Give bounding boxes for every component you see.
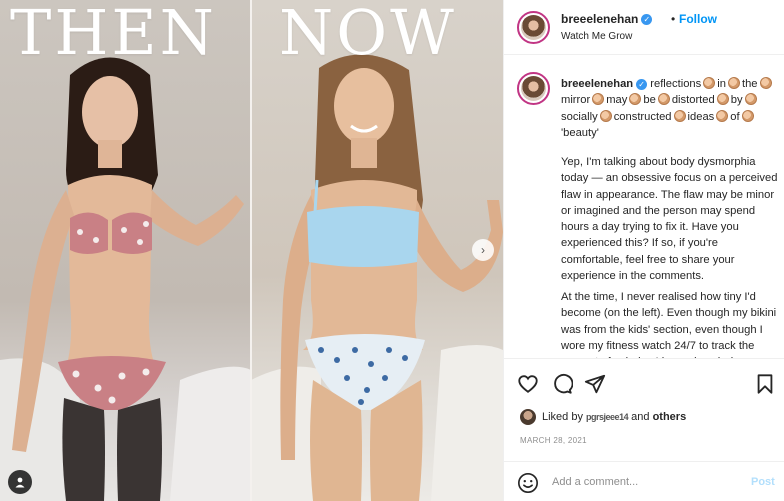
clapping-hands-icon xyxy=(599,109,612,122)
chevron-right-icon: › xyxy=(481,243,485,257)
clapping-hands-icon xyxy=(703,77,716,89)
post-header: breeelenehan ✓ • Follow Watch Me Grow xyxy=(504,0,784,55)
caption-word: ideas xyxy=(687,110,715,123)
bookmark-icon[interactable] xyxy=(754,373,776,395)
caption-paragraph-2: At the time, I never realised how tiny I… xyxy=(561,291,777,358)
clapping-hands-icon xyxy=(759,77,772,89)
clapping-hands-icon xyxy=(673,109,686,122)
clapping-hands-icon xyxy=(744,93,757,106)
liked-by-username[interactable]: pgrsjeee14 xyxy=(586,412,629,422)
verified-badge-icon: ✓ xyxy=(641,14,653,26)
share-icon[interactable] xyxy=(584,373,606,395)
clapping-hands-icon xyxy=(727,77,740,89)
now-photo: NOW xyxy=(251,0,503,501)
likes-row: Liked by pgrsjeee14 and others xyxy=(517,407,777,429)
now-title: NOW xyxy=(279,0,457,69)
clapping-hands-icon xyxy=(629,93,642,106)
caption-avatar[interactable] xyxy=(517,72,550,105)
comment-input[interactable] xyxy=(552,472,742,492)
clapping-hands-icon xyxy=(716,109,729,122)
post-side-panel: breeelenehan ✓ • Follow Watch Me Grow bre… xyxy=(503,0,784,501)
caption-word: by xyxy=(730,94,743,107)
header-subtitle[interactable]: Watch Me Grow xyxy=(561,31,632,42)
smiley-icon[interactable] xyxy=(517,472,539,494)
separator-dot: • xyxy=(671,12,676,26)
post-button[interactable]: Post xyxy=(751,476,775,488)
comment-bar: Post xyxy=(504,461,784,501)
then-photo: THEN xyxy=(0,0,251,501)
caption-word: constructed xyxy=(613,110,672,123)
comment-icon[interactable] xyxy=(551,373,573,395)
caption-word: reflections xyxy=(650,78,702,90)
clapping-hands-icon xyxy=(657,93,670,106)
clapping-hands-icon xyxy=(716,93,729,106)
clapping-hands-icon xyxy=(592,93,605,106)
caption-word: the xyxy=(741,78,758,90)
caption-word: 'beauty' xyxy=(561,126,599,139)
avatar[interactable] xyxy=(517,11,550,44)
header-username[interactable]: breeelenehan xyxy=(561,12,638,26)
post-date[interactable]: MARCH 28, 2021 xyxy=(520,436,587,445)
caption-paragraph-1: Yep, I'm talking about body dysmorphia t… xyxy=(561,156,778,283)
caption-word: of xyxy=(730,110,740,123)
liked-by-connector: and xyxy=(631,411,650,423)
carousel-next-button[interactable]: › xyxy=(472,239,494,261)
then-title: THEN xyxy=(10,0,217,69)
caption-username[interactable]: breeelenehan xyxy=(561,78,633,90)
verified-badge-icon: ✓ xyxy=(636,78,648,90)
liked-by-prefix: Liked by xyxy=(542,411,583,423)
clapping-hands-icon xyxy=(741,109,754,122)
caption-scroll-area[interactable]: breeelenehan ✓ reflections in the mirror may b… xyxy=(504,56,784,358)
caption-first-line: breeelenehan ✓ reflections in the mirror may b… xyxy=(561,76,779,141)
caption-word: may xyxy=(606,94,628,107)
photo-divider xyxy=(250,0,252,501)
liker-avatar[interactable] xyxy=(520,409,536,425)
caption-word: distorted xyxy=(671,94,715,107)
heart-icon[interactable] xyxy=(517,373,539,395)
then-figure-illustration xyxy=(0,57,251,501)
now-figure-illustration xyxy=(251,54,503,501)
post-carousel-image[interactable]: THEN NOW › xyxy=(0,0,503,501)
caption-word: mirror xyxy=(561,94,591,107)
caption-word: be xyxy=(643,94,656,107)
caption-word: in xyxy=(717,78,726,90)
person-tag-icon[interactable] xyxy=(8,470,32,494)
follow-button[interactable]: Follow xyxy=(679,12,717,26)
action-bar xyxy=(504,358,784,406)
liked-by-others-link[interactable]: others xyxy=(653,411,687,423)
caption-word: socially xyxy=(561,110,598,123)
